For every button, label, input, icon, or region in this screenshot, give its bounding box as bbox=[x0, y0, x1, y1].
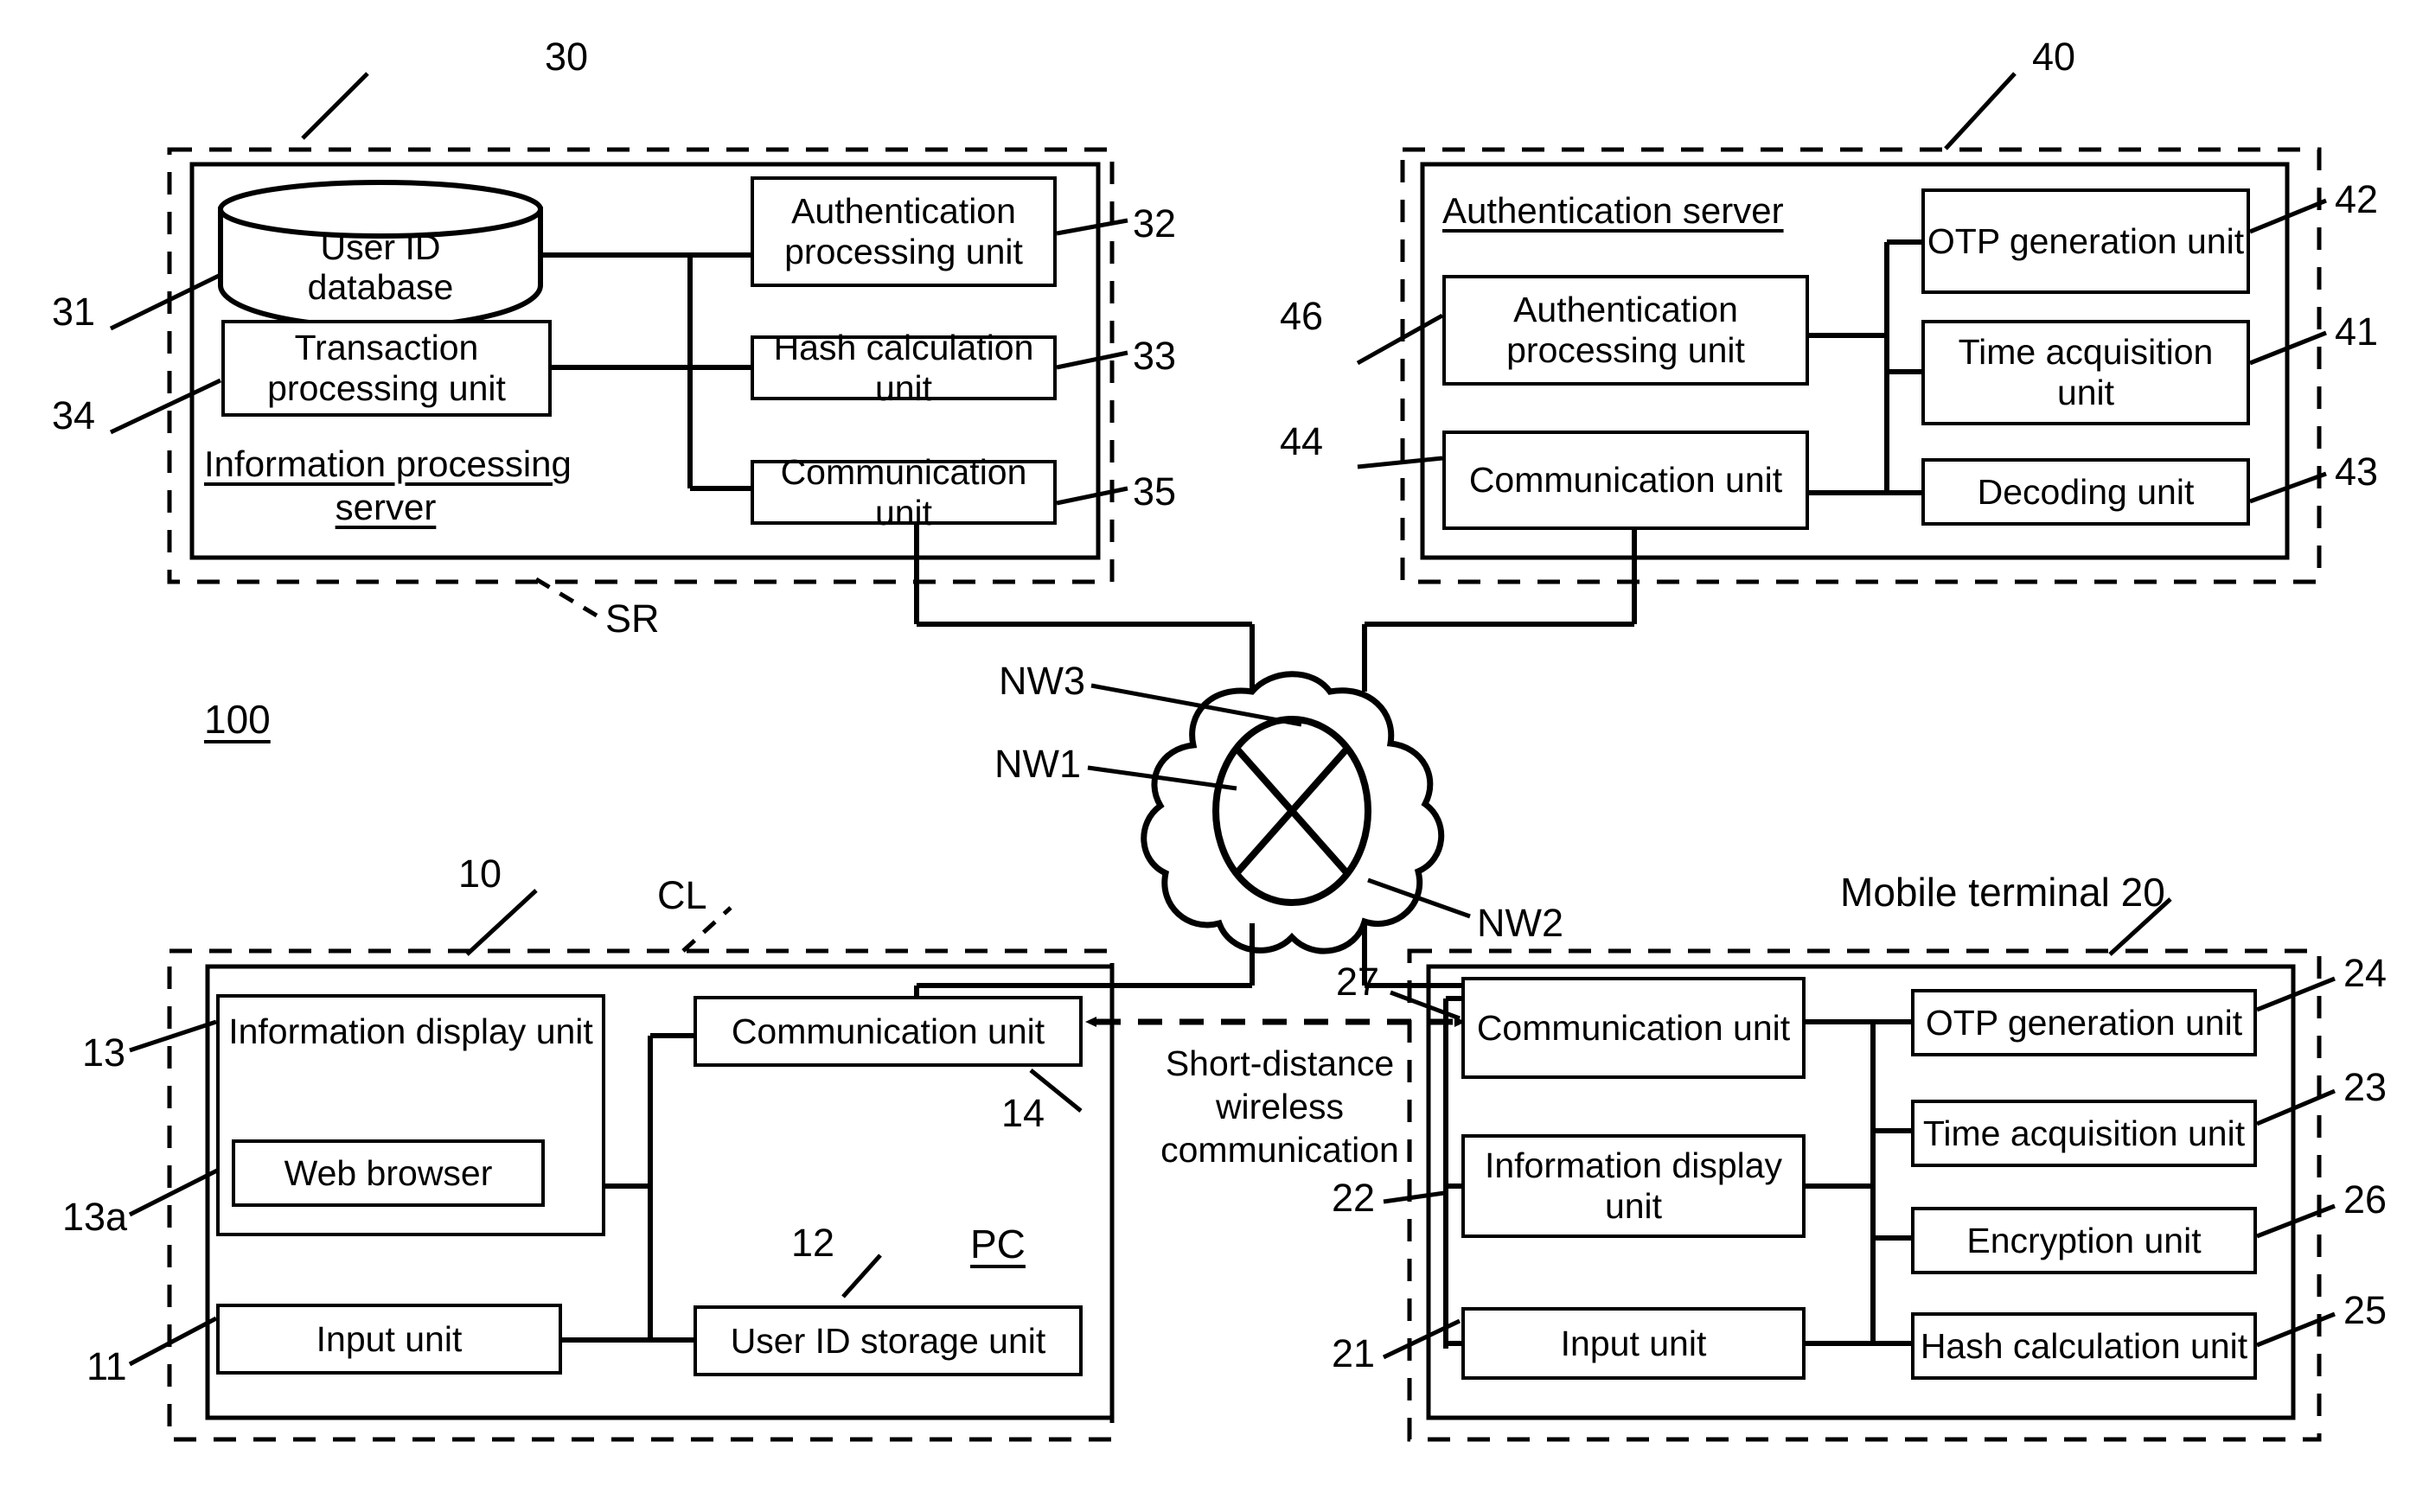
web-browser-label: Web browser bbox=[284, 1152, 493, 1193]
ref-44: 44 bbox=[1280, 419, 1324, 463]
network-cloud bbox=[1141, 671, 1445, 954]
ref-46: 46 bbox=[1280, 294, 1324, 338]
ref-31: 31 bbox=[52, 290, 96, 334]
encryption-unit-box-20[interactable]: Encryption unit bbox=[1911, 1207, 2257, 1274]
information-display-unit-box-20[interactable]: Information display unit bbox=[1461, 1134, 1806, 1238]
network-label-nw2: NW2 bbox=[1477, 901, 1563, 945]
information-display-unit-label-20: Information display unit bbox=[1484, 1145, 1783, 1226]
ref-23: 23 bbox=[2343, 1065, 2387, 1109]
auth-processing-unit-box-30[interactable]: Authentication processing unit bbox=[751, 176, 1057, 287]
ref-10: 10 bbox=[458, 852, 502, 896]
transaction-processing-unit-box[interactable]: Transaction processing unit bbox=[221, 320, 552, 417]
transaction-processing-unit-label: Transaction processing unit bbox=[267, 328, 506, 408]
user-id-storage-unit-box[interactable]: User ID storage unit bbox=[694, 1305, 1083, 1376]
communication-unit-box-20[interactable]: Communication unit bbox=[1461, 977, 1806, 1079]
auth-processing-unit-label-30: Authentication processing unit bbox=[784, 191, 1023, 271]
communication-unit-box-30[interactable]: Communication unit bbox=[751, 451, 1057, 533]
decoding-unit-box-40[interactable]: Decoding unit bbox=[1921, 458, 2250, 526]
input-unit-box-20[interactable]: Input unit bbox=[1461, 1307, 1806, 1380]
auth-processing-unit-label-40: Authentication processing unit bbox=[1506, 290, 1745, 370]
ref-14: 14 bbox=[1001, 1091, 1045, 1135]
ref-12: 12 bbox=[791, 1221, 835, 1265]
web-browser-box[interactable]: Web browser bbox=[232, 1139, 545, 1207]
otp-generation-unit-label-20: OTP generation unit bbox=[1925, 1002, 2243, 1043]
ref-SR: SR bbox=[605, 597, 660, 641]
information-processing-server-title: Information processing server bbox=[204, 443, 572, 527]
mobile-terminal-title: Mobile terminal 20 bbox=[1840, 870, 2165, 915]
ref-24: 24 bbox=[2343, 951, 2387, 995]
ref-21: 21 bbox=[1332, 1331, 1376, 1375]
hash-calculation-unit-box-30[interactable]: Hash calculation unit bbox=[751, 327, 1057, 408]
otp-generation-unit-label-40: OTP generation unit bbox=[1927, 220, 2245, 261]
communication-unit-label-40: Communication unit bbox=[1468, 460, 1783, 500]
auth-processing-unit-box-40[interactable]: Authentication processing unit bbox=[1442, 275, 1809, 386]
time-acquisition-unit-box-40[interactable]: Time acquisition unit bbox=[1921, 320, 2250, 425]
communication-unit-label-30: Communication unit bbox=[780, 451, 1027, 533]
hash-calculation-unit-box-20[interactable]: Hash calculation unit bbox=[1911, 1312, 2257, 1380]
ref-43: 43 bbox=[2335, 450, 2379, 494]
encryption-unit-label-20: Encryption unit bbox=[1966, 1220, 2202, 1260]
short-distance-wireless-caption: Short-distance wireless communication bbox=[1160, 1043, 1399, 1171]
ref-11: 11 bbox=[86, 1344, 127, 1388]
otp-generation-unit-box-20[interactable]: OTP generation unit bbox=[1911, 989, 2257, 1056]
ref-35: 35 bbox=[1133, 469, 1177, 514]
patent-figure: User ID database Transaction processing … bbox=[0, 0, 2429, 1512]
communication-unit-box-40[interactable]: Communication unit bbox=[1442, 431, 1809, 530]
ref-32: 32 bbox=[1133, 201, 1177, 246]
network-label-nw3: NW3 bbox=[999, 659, 1085, 703]
decoding-unit-label-40: Decoding unit bbox=[1977, 471, 2195, 512]
ref-25: 25 bbox=[2343, 1288, 2387, 1332]
ref-30: 30 bbox=[545, 35, 589, 79]
hash-calculation-unit-label-20: Hash calculation unit bbox=[1920, 1325, 2248, 1366]
ref-27: 27 bbox=[1336, 960, 1380, 1004]
ref-42: 42 bbox=[2335, 177, 2379, 221]
communication-unit-box-10[interactable]: Communication unit bbox=[694, 996, 1083, 1067]
ref-34: 34 bbox=[52, 393, 96, 437]
authentication-server-title: Authentication server bbox=[1442, 190, 1784, 231]
hash-calculation-unit-label-30: Hash calculation unit bbox=[773, 327, 1034, 408]
ref-13a: 13a bbox=[62, 1195, 128, 1239]
communication-unit-label-20: Communication unit bbox=[1476, 1007, 1791, 1048]
ref-40: 40 bbox=[2032, 35, 2076, 79]
user-id-database-label: User ID database bbox=[307, 227, 454, 307]
time-acquisition-unit-label-20: Time acquisition unit bbox=[1922, 1113, 2246, 1153]
ref-13: 13 bbox=[82, 1030, 126, 1075]
system-ref-100: 100 bbox=[204, 697, 271, 742]
input-unit-label-20: Input unit bbox=[1560, 1323, 1707, 1363]
time-acquisition-unit-label-40: Time acquisition unit bbox=[1958, 332, 2214, 412]
user-id-storage-unit-label: User ID storage unit bbox=[730, 1320, 1046, 1361]
ref-CL: CL bbox=[657, 873, 707, 917]
ref-33: 33 bbox=[1133, 334, 1177, 378]
ref-41: 41 bbox=[2335, 309, 2379, 354]
network-label-nw1: NW1 bbox=[994, 742, 1081, 786]
otp-generation-unit-box-40[interactable]: OTP generation unit bbox=[1921, 188, 2250, 294]
pc-title: PC bbox=[970, 1222, 1026, 1266]
ref-26: 26 bbox=[2343, 1177, 2387, 1222]
time-acquisition-unit-box-20[interactable]: Time acquisition unit bbox=[1911, 1100, 2257, 1167]
input-unit-box-10[interactable]: Input unit bbox=[216, 1304, 562, 1375]
input-unit-label-10: Input unit bbox=[316, 1318, 463, 1359]
ref-22: 22 bbox=[1332, 1176, 1376, 1220]
communication-unit-label-10: Communication unit bbox=[731, 1011, 1045, 1051]
